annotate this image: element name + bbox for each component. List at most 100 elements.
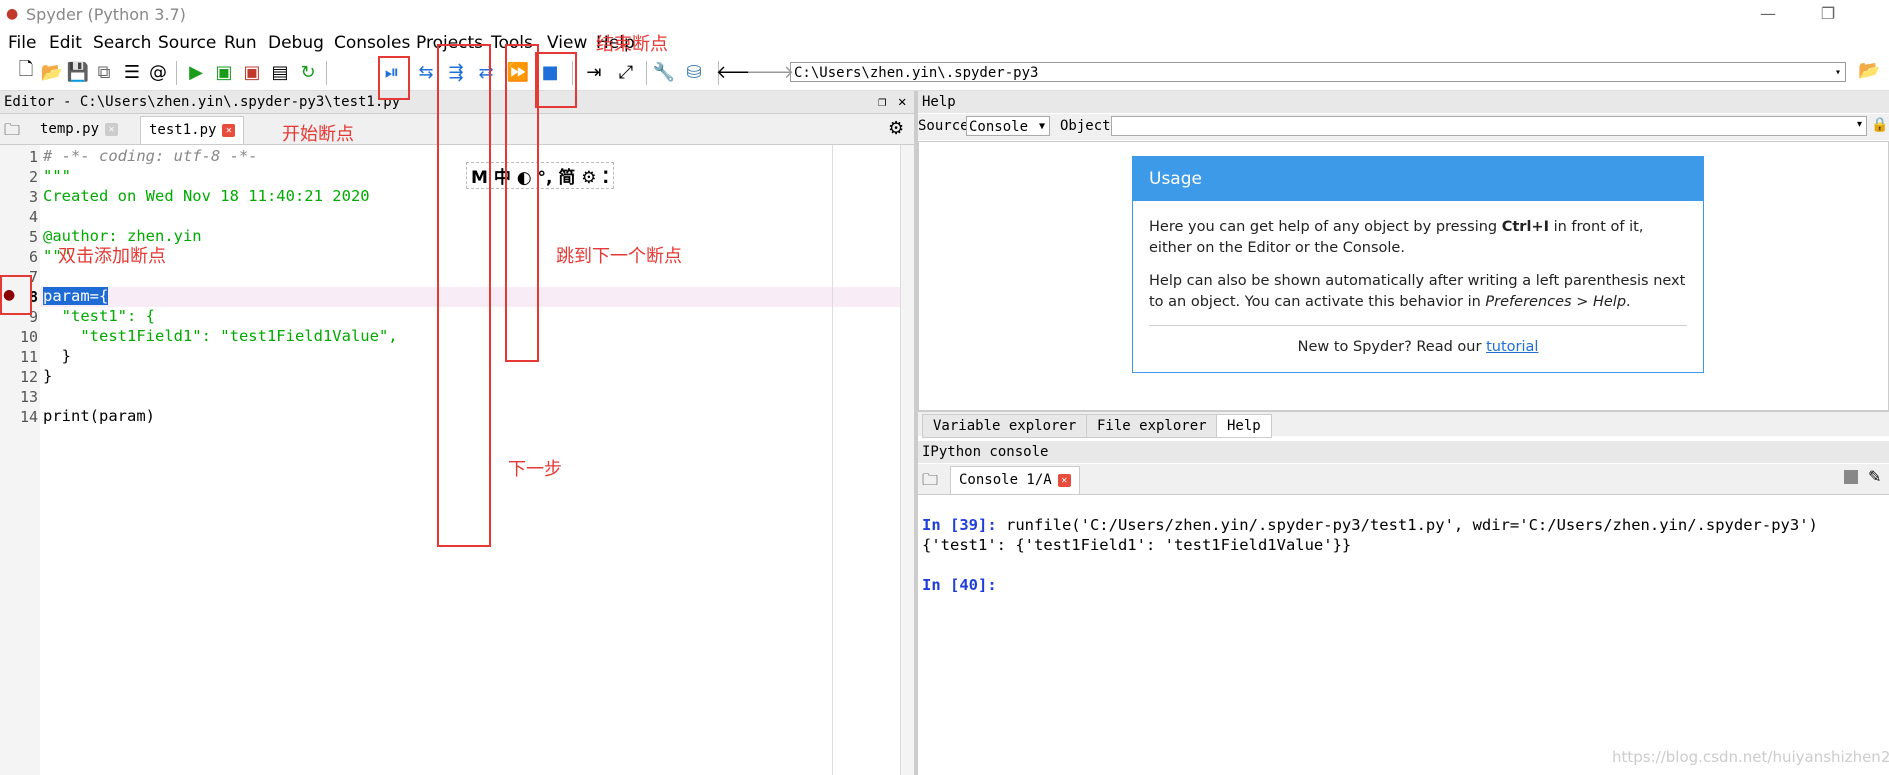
spyder-logo-icon: ●: [6, 6, 19, 22]
run-selection-icon[interactable]: ▤: [268, 60, 292, 84]
minimize-button[interactable]: —: [1748, 4, 1788, 26]
chevron-down-icon[interactable]: ▾: [1835, 63, 1841, 83]
eraser-icon[interactable]: ✎: [1868, 467, 1881, 486]
chevron-down-icon: ▾: [1856, 119, 1862, 130]
window-title: Spyder (Python 3.7): [26, 5, 186, 24]
code-line[interactable]: """: [43, 167, 71, 185]
toolbar-separator: [176, 61, 177, 85]
tutorial-link[interactable]: tutorial: [1486, 339, 1538, 355]
fullscreen-icon[interactable]: ⤢: [614, 60, 638, 84]
undock-icon[interactable]: ❐: [878, 91, 886, 113]
usage-paragraph-1: Here you can get help of any object by p…: [1149, 217, 1689, 259]
editor-path: Editor - C:\Users\zhen.yin\.spyder-py3\t…: [4, 94, 401, 110]
browse-tabs-icon[interactable]: 🗀: [922, 469, 938, 496]
annotation-double-click: 双击添加断点: [58, 246, 166, 267]
menu-search[interactable]: Search: [93, 33, 151, 53]
line-number: 11: [19, 348, 38, 366]
menu-consoles[interactable]: Consoles: [334, 33, 410, 53]
annotation-box-stop: [535, 52, 577, 108]
menu-file[interactable]: File: [8, 33, 36, 53]
maximize-pane-icon[interactable]: ⇥: [582, 60, 606, 84]
tab-label: test1.py: [149, 122, 217, 138]
console-output[interactable]: {'test1': {'test1Field1': 'test1Field1Va…: [922, 536, 1351, 554]
ipython-header: IPython console: [918, 441, 1889, 463]
code-line[interactable]: "test1Field1": "test1Field1Value",: [43, 327, 397, 345]
close-tab-icon[interactable]: ✕: [1057, 473, 1071, 487]
list-icon[interactable]: ☰: [120, 60, 144, 84]
lock-icon[interactable]: 🔒: [1871, 117, 1888, 133]
close-tab-icon[interactable]: ✕: [222, 123, 236, 137]
run-cell-icon[interactable]: ▣: [212, 60, 236, 84]
code-line[interactable]: "test1": {: [43, 307, 155, 325]
open-folder-icon[interactable]: 📂: [40, 60, 64, 84]
source-label: Source: [918, 118, 969, 134]
menu-view[interactable]: View: [547, 33, 587, 53]
save-all-icon[interactable]: ⧉: [92, 60, 116, 84]
help-title: Help: [922, 94, 956, 110]
menu-source[interactable]: Source: [158, 33, 216, 53]
usage-title: Usage: [1133, 157, 1703, 201]
preferences-wrench-icon[interactable]: 🔧: [652, 60, 676, 84]
step-icon[interactable]: ⇆: [414, 60, 438, 84]
tab-file-explorer[interactable]: File explorer: [1086, 414, 1218, 438]
source-select-value: Console: [969, 119, 1029, 135]
help-header: Help: [918, 91, 1889, 113]
rerun-icon[interactable]: ↻: [296, 60, 320, 84]
forward-arrow-icon[interactable]: 🡒: [746, 60, 794, 84]
line-number: 14: [19, 408, 38, 426]
editor-scrollbar[interactable]: [900, 145, 915, 775]
annotation-box-debug: [378, 56, 410, 100]
line-number: 13: [19, 388, 38, 406]
annotation-end-breakpoint: 结束断点: [596, 34, 668, 55]
prompt: In [39]:: [922, 516, 997, 534]
python-path-icon[interactable]: ⛁: [682, 60, 706, 84]
tab-temp-py[interactable]: temp.py ✕: [32, 116, 126, 143]
tab-help[interactable]: Help: [1216, 414, 1272, 438]
close-tab-icon[interactable]: ✕: [105, 122, 119, 136]
stop-kernel-icon[interactable]: [1844, 470, 1858, 484]
menu-edit[interactable]: Edit: [49, 33, 82, 53]
tab-variable-explorer[interactable]: Variable explorer: [922, 414, 1088, 438]
tab-console-1a[interactable]: Console 1/A ✕: [950, 466, 1080, 494]
line-number: 4: [28, 208, 38, 226]
working-directory-input[interactable]: C:\Users\zhen.yin\.spyder-py3 ▾: [790, 62, 1846, 82]
annotation-start-breakpoint: 开始断点: [282, 124, 354, 145]
toolbar-separator: [646, 61, 647, 85]
usage-text: New to Spyder? Read our: [1297, 339, 1487, 355]
console-prompt-in40[interactable]: In [40]:: [922, 576, 997, 594]
new-file-icon[interactable]: 🗋: [14, 59, 38, 84]
help-pane-tabs: Variable explorer File explorer Help: [918, 411, 1889, 438]
preferences-path: Preferences > Help: [1485, 294, 1627, 310]
usage-text: Here you can get help of any object by p…: [1149, 219, 1502, 235]
browse-folder-icon[interactable]: 📂: [1858, 60, 1880, 81]
tab-label: Console 1/A: [959, 472, 1052, 488]
code-line[interactable]: print(param): [43, 407, 155, 425]
annotation-box-continue: [505, 44, 539, 362]
source-select[interactable]: Console ▼: [966, 116, 1050, 136]
annotation-next-step: 下一步: [508, 459, 562, 480]
code-line[interactable]: }: [43, 367, 52, 385]
console-line-in39[interactable]: In [39]: runfile('C:/Users/zhen.yin/.spy…: [922, 516, 1818, 534]
code-line[interactable]: }: [43, 347, 71, 365]
code-line-selected[interactable]: param={: [43, 287, 109, 305]
menu-run[interactable]: Run: [224, 33, 257, 53]
annotation-next-breakpoint: 跳到下一个断点: [556, 246, 682, 267]
tab-test1-py[interactable]: test1.py ✕: [140, 116, 245, 144]
object-input[interactable]: ▾: [1111, 116, 1867, 136]
annotation-box-breakpoint: [0, 275, 32, 315]
gear-icon[interactable]: ⚙: [888, 118, 904, 139]
code-line[interactable]: # -*- coding: utf-8 -*-: [43, 147, 258, 165]
run-cell-advance-icon[interactable]: ▣: [240, 60, 264, 84]
menu-debug[interactable]: Debug: [268, 33, 324, 53]
run-icon[interactable]: ▶: [184, 60, 208, 84]
close-pane-icon[interactable]: ✕: [898, 91, 906, 113]
divider: [1149, 325, 1687, 326]
watermark: https://blog.csdn.net/huiyanshizhen21: [1612, 748, 1889, 766]
restore-button[interactable]: ❐: [1808, 4, 1848, 26]
at-icon[interactable]: @: [146, 60, 170, 84]
menu-bar: File Edit Search Source Run Debug Consol…: [0, 30, 1889, 56]
save-icon[interactable]: 💾: [66, 60, 90, 84]
code-line[interactable]: Created on Wed Nov 18 11:40:21 2020: [43, 187, 370, 205]
toolbar-separator: [326, 61, 327, 85]
browse-tabs-icon[interactable]: 🗀: [4, 119, 20, 146]
